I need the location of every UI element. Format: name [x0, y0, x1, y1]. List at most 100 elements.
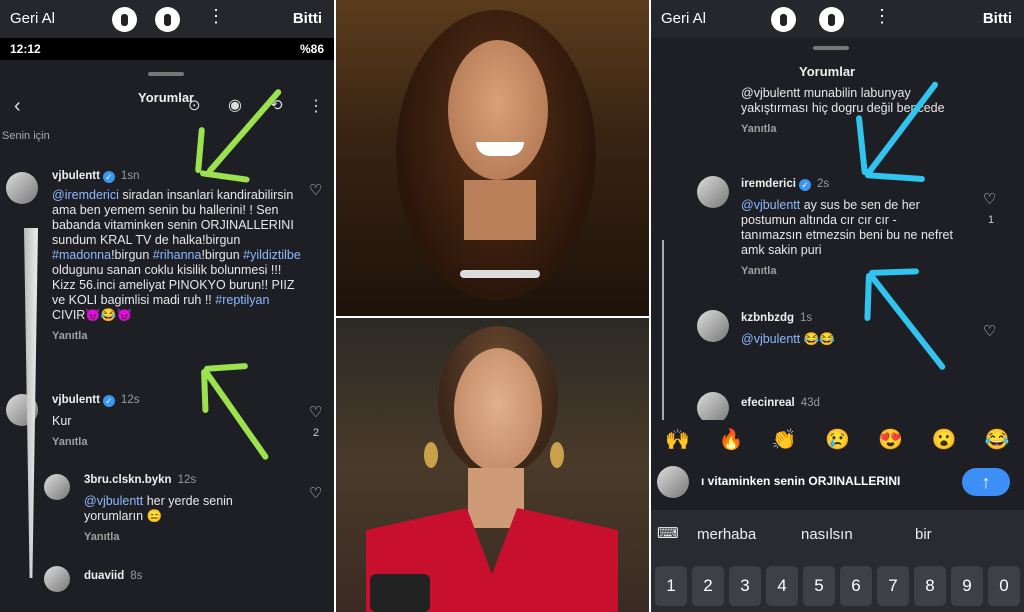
heart-icon[interactable]: ♡	[309, 403, 322, 421]
avatar[interactable]	[697, 176, 729, 208]
avatar[interactable]	[697, 310, 729, 342]
comment-username[interactable]: 3bru.clskn.bykn	[84, 474, 172, 486]
necklace	[460, 270, 540, 278]
comment-text-part: CIVIR😈😂😈	[52, 308, 133, 322]
more-icon[interactable]: ⋮	[873, 6, 891, 27]
earring	[550, 442, 564, 468]
comment-username[interactable]: duaviid	[84, 570, 124, 582]
sheet-title: Yorumlar	[799, 64, 856, 79]
more-vert-icon[interactable]: ⋮	[308, 96, 324, 116]
key-6[interactable]: 6	[840, 566, 872, 606]
clock: 12:12	[10, 42, 41, 56]
top-bar: Geri Al ⋮ Bitti	[651, 0, 1024, 38]
hashtag-link[interactable]: #madonna	[52, 248, 111, 262]
key-2[interactable]: 2	[692, 566, 724, 606]
back-arrow-icon[interactable]: ‹	[14, 95, 21, 118]
verified-icon: ✓	[798, 179, 811, 191]
hashtag-link[interactable]: #reptilyan	[215, 293, 269, 307]
emoji-raised-hands[interactable]: 🙌	[665, 427, 690, 452]
comment-username[interactable]: kzbnbzdg	[741, 312, 794, 324]
comment-username[interactable]: vjbulentt	[52, 394, 100, 406]
stop-icon[interactable]	[155, 7, 180, 32]
verified-icon: ✓	[102, 395, 115, 407]
scroll-indicator[interactable]	[662, 240, 664, 430]
comment-username[interactable]: efecinreal	[741, 397, 795, 409]
emoji-heart-eyes[interactable]: 😍	[878, 427, 903, 452]
emoji-laughing[interactable]: 😂	[985, 427, 1010, 452]
comment-time: 1s	[800, 312, 813, 324]
key-8[interactable]: 8	[914, 566, 946, 606]
comment-time: 1sn	[120, 170, 140, 182]
key-7[interactable]: 7	[877, 566, 909, 606]
heart-icon[interactable]: ♡	[309, 484, 322, 502]
emoji-fire[interactable]: 🔥	[718, 427, 743, 452]
sheet-handle[interactable]	[813, 46, 849, 50]
emoji-clap[interactable]: 👏	[772, 427, 797, 452]
left-phone-screen: Geri Al ⋮ Bitti 12:12 %86 ‹ Yorumlar ⊙ ◉…	[0, 0, 334, 612]
reply-button[interactable]: Yanıtla	[741, 264, 959, 279]
comment-username[interactable]: iremderici	[741, 178, 796, 190]
reply-button[interactable]: Yanıtla	[52, 329, 304, 344]
done-button[interactable]: Bitti	[293, 10, 322, 27]
key-0[interactable]: 0	[988, 566, 1020, 606]
mention-link[interactable]: @vjbulentt	[741, 332, 800, 346]
done-button[interactable]: Bitti	[983, 10, 1012, 27]
comment-text-part: !birgun	[111, 248, 153, 262]
send-button[interactable]: ↑	[962, 468, 1010, 496]
play-icon[interactable]: ⊙	[188, 96, 201, 114]
comment-item: iremderici ✓ 2s @vjbulentt ay sus be sen d…	[741, 176, 959, 279]
smile	[476, 142, 524, 156]
heart-icon[interactable]: ♡	[309, 181, 322, 199]
comment-input[interactable]: ı vitaminken senin ORJINALLERINI	[701, 474, 900, 488]
avatar[interactable]	[44, 566, 70, 592]
photo-woman-red-dress	[336, 318, 649, 612]
mic-icon[interactable]	[112, 7, 137, 32]
comment-text: 😂😂	[800, 332, 835, 346]
avatar[interactable]	[6, 172, 38, 204]
comment-item: efecinreal 43d	[741, 395, 820, 411]
right-phone-screen: Geri Al ⋮ Bitti Yorumlar @vjbulentt muna…	[651, 0, 1024, 612]
annotation-arrow	[205, 88, 283, 175]
like-count: 2	[313, 427, 320, 439]
heart-icon[interactable]: ♡	[983, 322, 996, 340]
sheet-handle[interactable]	[148, 72, 184, 76]
emoji-crying[interactable]: 😢	[825, 427, 850, 452]
emoji-surprised[interactable]: 😮	[932, 427, 957, 452]
comment-item: vjbulentt ✓ 1sn @iremderici siradan insanl…	[52, 168, 304, 344]
key-9[interactable]: 9	[951, 566, 983, 606]
neck	[464, 180, 536, 240]
heart-icon[interactable]: ♡	[983, 190, 996, 208]
suggestion[interactable]: merhaba	[697, 526, 756, 543]
eye-icon[interactable]: ◉	[228, 95, 242, 115]
keyboard-toggle-icon[interactable]: ⌨	[657, 524, 679, 542]
back-button[interactable]: Geri Al	[10, 10, 55, 27]
key-4[interactable]: 4	[766, 566, 798, 606]
avatar[interactable]	[44, 474, 70, 500]
more-icon[interactable]: ⋮	[207, 6, 225, 27]
face	[454, 348, 542, 472]
back-button[interactable]: Geri Al	[661, 10, 706, 27]
hashtag-link[interactable]: #yildiztilbe	[243, 248, 301, 262]
battery-level: %86	[299, 42, 324, 56]
mic-icon[interactable]	[771, 7, 796, 32]
suggestion[interactable]: nasılsın	[801, 526, 853, 543]
key-3[interactable]: 3	[729, 566, 761, 606]
key-1[interactable]: 1	[655, 566, 687, 606]
hashtag-link[interactable]: #rihanna	[153, 248, 202, 262]
comment-time: 8s	[130, 570, 143, 582]
comment-time: 2s	[816, 178, 830, 190]
mention-link[interactable]: @iremderici	[52, 188, 119, 202]
mention-link[interactable]: @vjbulentt	[84, 494, 143, 508]
comment-time: 12s	[177, 474, 197, 486]
earring	[424, 442, 438, 468]
reply-button[interactable]: Yanıtla	[84, 530, 294, 545]
keyboard: ⌨ merhaba nasılsın bir 1 2 3 4 5 6 7 8 9…	[651, 510, 1024, 612]
comment-username[interactable]: vjbulentt	[52, 170, 100, 182]
key-5[interactable]: 5	[803, 566, 835, 606]
avatar	[657, 466, 689, 498]
sort-filter[interactable]: Senin için	[2, 130, 50, 142]
suggestion[interactable]: bir	[915, 526, 932, 543]
mention-link[interactable]: @vjbulentt	[741, 198, 800, 212]
reply-button[interactable]: Yanıtla	[741, 122, 951, 137]
stop-icon[interactable]	[819, 7, 844, 32]
